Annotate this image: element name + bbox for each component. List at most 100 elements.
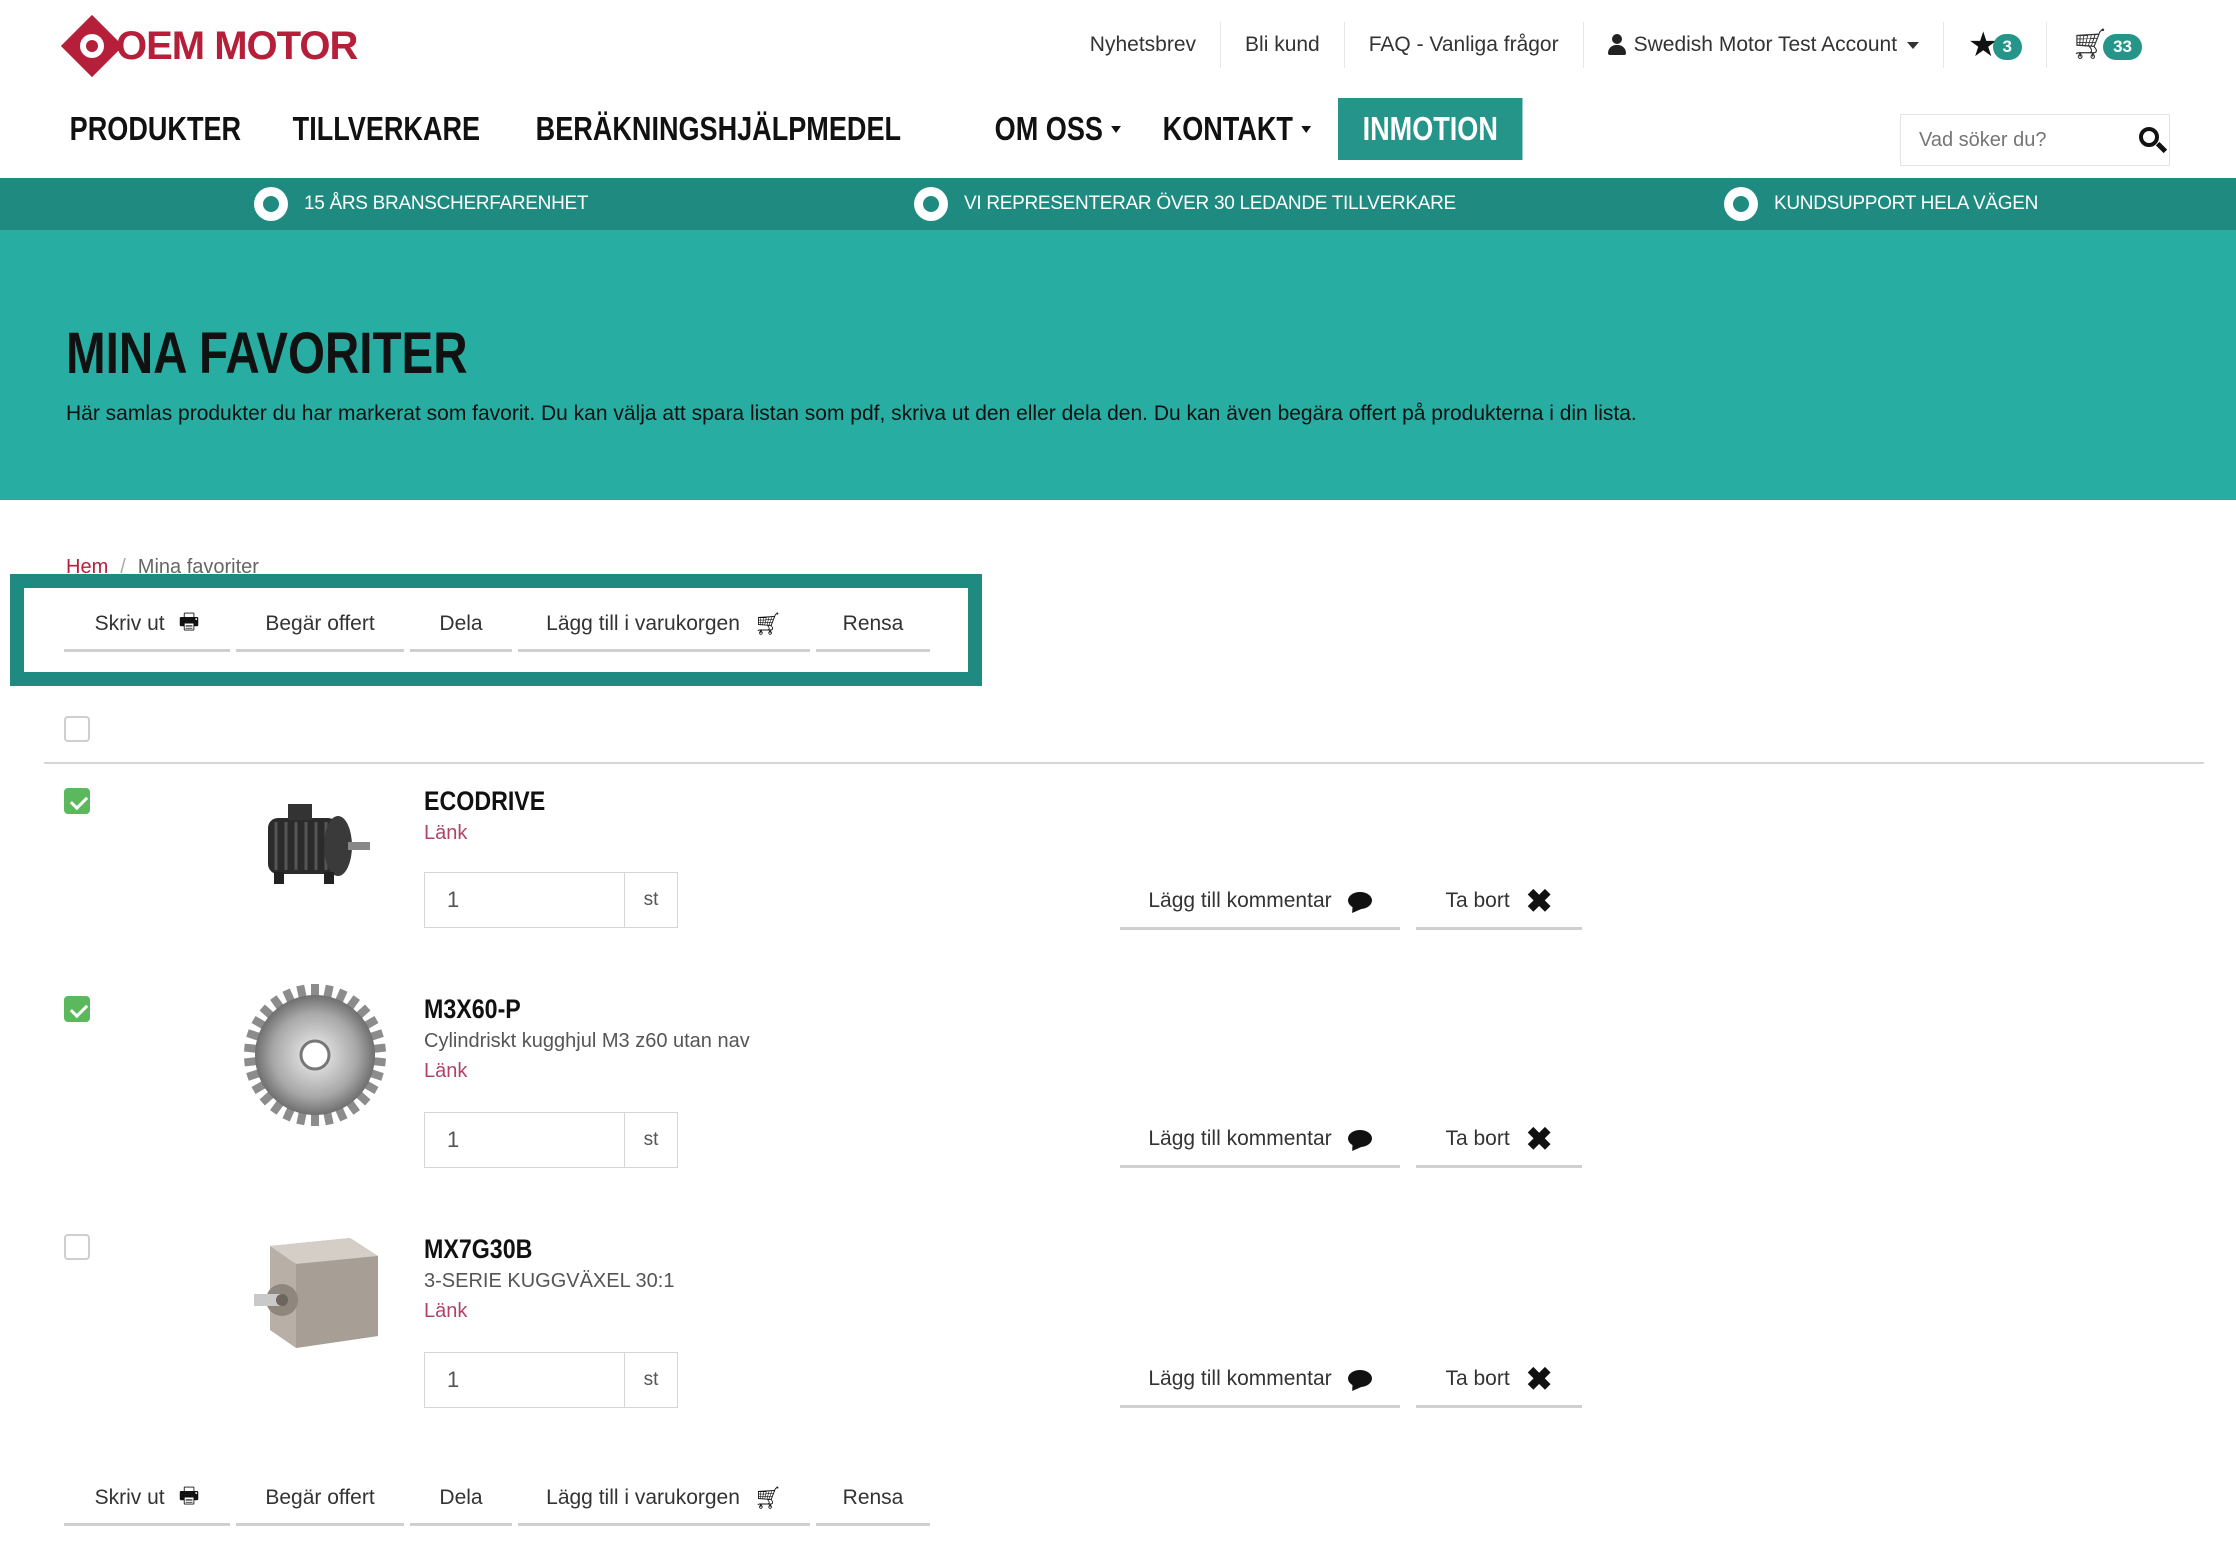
add-to-cart-button[interactable]: Lägg till i varukorgen 🛒︎ [518,1472,810,1526]
item-checkbox[interactable] [64,788,90,814]
clear-button[interactable]: Rensa [816,1472,930,1526]
faq-link[interactable]: FAQ - Vanliga frågor [1345,22,1584,68]
product-name: ECODRIVE [424,786,546,816]
product-name: M3X60-P [424,994,521,1024]
search-button[interactable] [2135,123,2171,159]
quantity-value[interactable]: 1 [425,873,625,927]
request-quote-button[interactable]: Begär offert [236,598,404,652]
remove-label: Ta bort [1445,1126,1510,1150]
cart-link[interactable]: 🛒︎ 33 [2047,22,2166,68]
product-name: MX7G30B [424,1234,533,1264]
nav-item-om-oss[interactable]: OM OSS [975,98,1141,160]
main-navigation: PRODUKTER TILLVERKARE BERÄKNINGSHJÄLPMED… [50,98,1529,160]
cart-icon: 🛒︎ [753,1484,782,1510]
nav-item-label: KONTAKT [1162,110,1294,147]
quantity-field[interactable]: 1 st [424,872,678,928]
clear-button[interactable]: Rensa [816,598,930,652]
product-image-gearbox[interactable] [240,1216,390,1366]
quantity-value[interactable]: 1 [425,1113,625,1167]
page-title: MINA FAVORITER [66,321,468,386]
printer-icon: 🖶 [178,608,200,634]
become-customer-link[interactable]: Bli kund [1221,22,1345,68]
account-name: Swedish Motor Test Account [1633,33,1898,56]
close-icon: ✖ [1525,1360,1553,1397]
usp-item: KUNDSUPPORT HELA VÄGEN [1724,187,2038,221]
select-all-checkbox[interactable] [64,716,90,742]
product-image-electric-motor[interactable] [240,776,390,926]
account-dropdown[interactable]: Swedish Motor Test Account [1584,22,1945,68]
remove-label: Ta bort [1445,888,1510,912]
print-button[interactable]: Skriv ut 🖶 [64,1472,230,1526]
remove-button[interactable]: Ta bort ✖ [1416,1112,1582,1168]
print-label: Skriv ut [94,1485,165,1509]
nav-item-inmotion[interactable]: INMOTION [1338,98,1523,160]
quantity-unit: st [643,1369,659,1390]
comment-icon [1347,1370,1372,1387]
list-divider [44,762,2204,764]
favorite-item: MX7G30B 3-SERIE KUGGVÄXEL 30:1 Länk 1 st… [0,1224,2236,1444]
quantity-value[interactable]: 1 [425,1353,625,1407]
product-description: Cylindriskt kugghjul M3 z60 utan nav [424,1030,750,1052]
share-button[interactable]: Dela [410,1472,512,1526]
nav-item-berakningshjalpmedel[interactable]: BERÄKNINGSHJÄLPMEDEL [516,98,921,160]
handshake-icon [254,187,288,221]
usp-item: VI REPRESENTERAR ÖVER 30 LEDANDE TILLVER… [914,187,1456,221]
add-to-cart-button[interactable]: Lägg till i varukorgen 🛒︎ [518,598,810,652]
quantity-field[interactable]: 1 st [424,1112,678,1168]
cart-icon: 🛒︎ [753,610,782,636]
brand-logo[interactable]: OEM MOTOR [60,14,358,78]
logo-text: OEM MOTOR [116,23,358,68]
share-button[interactable]: Dela [410,598,512,652]
comment-icon [1347,892,1372,909]
favorites-link[interactable]: ★ 3 [1944,22,2047,68]
item-checkbox[interactable] [64,1234,90,1260]
product-description: 3-SERIE KUGGVÄXEL 30:1 [424,1270,675,1292]
chevron-down-icon [1111,125,1122,133]
printer-icon: 🖶 [178,1482,200,1508]
add-comment-label: Lägg till kommentar [1148,1366,1332,1390]
support-icon [1724,187,1758,221]
top-links: Nyhetsbrev Bli kund FAQ - Vanliga frågor… [1066,22,2166,68]
quantity-unit: st [643,889,659,910]
remove-button[interactable]: Ta bort ✖ [1416,1352,1582,1408]
usp-strip: 15 ÅRS BRANSCHERFARENHET VI REPRESENTERA… [0,178,2236,230]
search-box [1900,114,2170,166]
favorites-count-badge: 3 [1992,34,2022,60]
product-link[interactable]: Länk [424,822,467,845]
nav-item-tillverkare[interactable]: TILLVERKARE [273,98,500,160]
user-icon [1607,34,1626,56]
product-link[interactable]: Länk [424,1060,467,1083]
chevron-down-icon [1301,125,1312,133]
favorite-item: ECODRIVE Länk 1 st Lägg till kommentar T… [0,776,2236,996]
chevron-down-icon [1907,41,1920,49]
usp-label: KUNDSUPPORT HELA VÄGEN [1774,193,2039,214]
comment-icon [1347,1130,1372,1147]
gears-icon [914,187,948,221]
nav-item-label: OM OSS [994,110,1104,147]
add-comment-button[interactable]: Lägg till kommentar [1120,1112,1400,1168]
request-quote-button[interactable]: Begär offert [236,1472,404,1526]
close-icon: ✖ [1525,1120,1553,1157]
quantity-unit: st [643,1129,659,1150]
search-input[interactable] [1901,128,2121,152]
favorites-toolbar-top: Skriv ut 🖶 Begär offert Dela Lägg till i … [64,598,936,652]
nav-item-produkter[interactable]: PRODUKTER [50,98,261,160]
print-button[interactable]: Skriv ut 🖶 [64,598,230,652]
product-image-spur-gear[interactable] [240,980,390,1130]
newsletter-link[interactable]: Nyhetsbrev [1066,22,1222,68]
usp-label: 15 ÅRS BRANSCHERFARENHET [304,193,589,214]
logo-icon [60,14,124,78]
remove-button[interactable]: Ta bort ✖ [1416,874,1582,930]
add-comment-button[interactable]: Lägg till kommentar [1120,1352,1400,1408]
favorite-item: M3X60-P Cylindriskt kugghjul M3 z60 utan… [0,984,2236,1204]
quantity-field[interactable]: 1 st [424,1352,678,1408]
usp-item: 15 ÅRS BRANSCHERFARENHET [254,187,589,221]
cart-count-badge: 33 [2103,34,2142,60]
add-to-cart-label: Lägg till i varukorgen [546,611,740,635]
add-comment-button[interactable]: Lägg till kommentar [1120,874,1400,930]
product-link[interactable]: Länk [424,1300,467,1323]
usp-label: VI REPRESENTERAR ÖVER 30 LEDANDE TILLVER… [964,193,1456,214]
item-checkbox[interactable] [64,996,90,1022]
nav-item-kontakt[interactable]: KONTAKT [1143,98,1331,160]
add-comment-label: Lägg till kommentar [1148,888,1332,912]
